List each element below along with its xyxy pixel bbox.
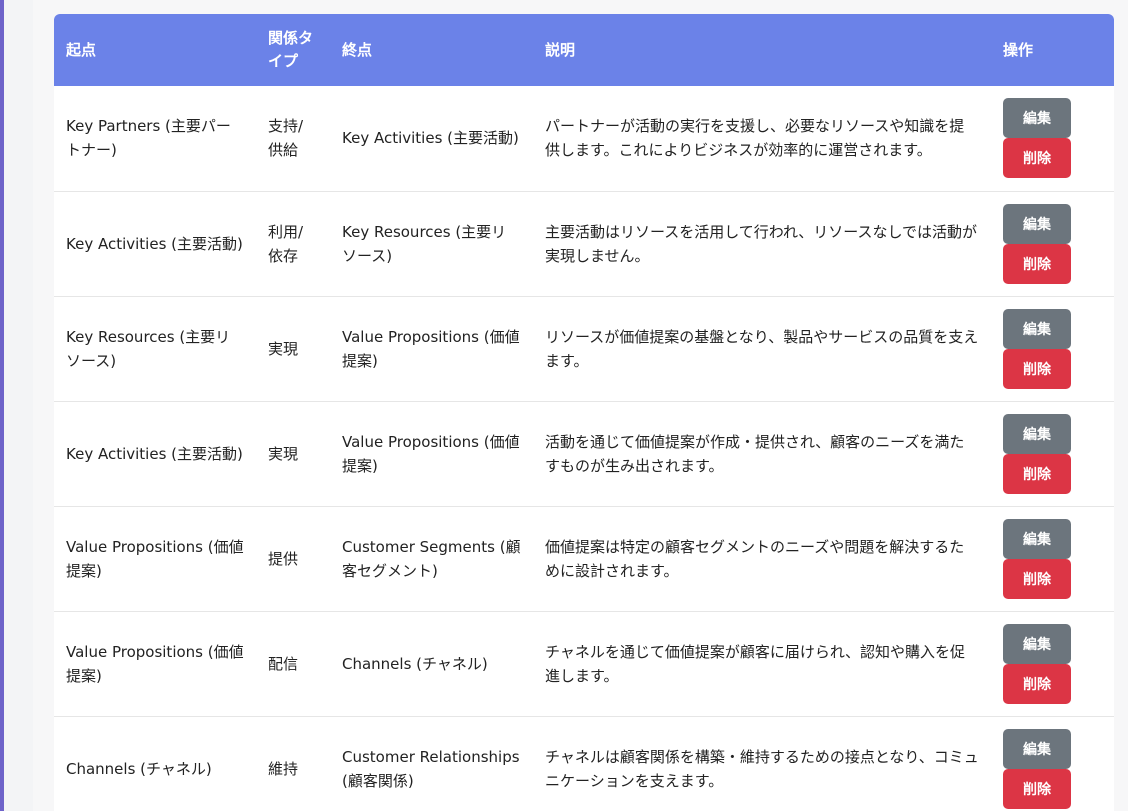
cell-description: チャネルを通じて価値提案が顧客に届けられ、認知や購入を促進します。 [545,642,966,685]
cell-description: リソースが価値提案の基盤となり、製品やサービスの品質を支えます。 [545,327,979,370]
row-actions: 編集 削除 [1003,98,1102,179]
cell-description: 活動を通じて価値提案が作成・提供され、顧客のニーズを満たすものが生み出されます。 [545,432,965,475]
delete-button[interactable]: 削除 [1003,138,1071,179]
cell-target: Customer Relationships (顧客関係) [342,747,520,790]
header-description: 説明 [545,40,576,59]
cell-description: 価値提案は特定の顧客セグメントのニーズや問題を解決するために設計されます。 [545,537,965,580]
cell-actions: 編集 削除 [991,506,1114,611]
cell-relation-type: 実現 [268,339,299,358]
cell-relation-type: 支持/供給 [268,117,304,160]
cell-source: Value Propositions (価値提案) [66,642,244,685]
header-source: 起点 [66,40,97,59]
cell-actions: 編集 削除 [991,191,1114,296]
table-row: Value Propositions (価値提案) 配信 Channels (チ… [54,611,1114,716]
delete-button[interactable]: 削除 [1003,663,1071,704]
delete-button[interactable]: 削除 [1003,768,1071,809]
row-actions: 編集 削除 [1003,308,1102,389]
edit-button[interactable]: 編集 [1003,203,1071,244]
edit-button[interactable]: 編集 [1003,518,1071,559]
relationship-table: 起点 関係タイプ 終点 説明 操作 Key Partners (主要パートナー)… [54,14,1114,811]
cell-target: Value Propositions (価値提案) [342,327,520,370]
cell-actions: 編集 削除 [991,716,1114,811]
table-row: Value Propositions (価値提案) 提供 Customer Se… [54,506,1114,611]
table-row: Key Activities (主要活動) 利用/依存 Key Resource… [54,191,1114,296]
cell-relation-type: 利用/依存 [268,222,304,265]
cell-description: パートナーが活動の実行を支援し、必要なリソースや知識を提供します。これによりビジ… [545,117,965,160]
row-actions: 編集 削除 [1003,623,1102,704]
delete-button[interactable]: 削除 [1003,453,1071,494]
table-row: Key Resources (主要リソース) 実現 Value Proposit… [54,296,1114,401]
cell-relation-type: 提供 [268,549,299,568]
delete-button[interactable]: 削除 [1003,558,1071,599]
table-body: Key Partners (主要パートナー) 支持/供給 Key Activit… [54,86,1114,811]
header-target: 終点 [342,40,373,59]
cell-source: Key Resources (主要リソース) [66,327,231,370]
cell-source: Channels (チャネル) [66,759,212,778]
delete-button[interactable]: 削除 [1003,348,1071,389]
cell-relation-type: 実現 [268,444,299,463]
cell-target: Customer Segments (顧客セグメント) [342,537,521,580]
cell-target: Key Resources (主要リソース) [342,222,507,265]
cell-actions: 編集 削除 [991,401,1114,506]
cell-target: Value Propositions (価値提案) [342,432,520,475]
row-actions: 編集 削除 [1003,203,1102,284]
cell-source: Value Propositions (価値提案) [66,537,244,580]
edit-button[interactable]: 編集 [1003,308,1071,349]
table-row: Key Activities (主要活動) 実現 Value Propositi… [54,401,1114,506]
cell-source: Key Activities (主要活動) [66,234,243,253]
header-relation-type: 関係タイプ [268,29,314,70]
cell-source: Key Activities (主要活動) [66,444,243,463]
cell-actions: 編集 削除 [991,86,1114,191]
cell-relation-type: 配信 [268,654,299,673]
cell-target: Key Activities (主要活動) [342,129,519,148]
edit-button[interactable]: 編集 [1003,413,1071,454]
cell-actions: 編集 削除 [991,296,1114,401]
cell-relation-type: 維持 [268,759,299,778]
table-header-row: 起点 関係タイプ 終点 説明 操作 [54,14,1114,86]
row-actions: 編集 削除 [1003,413,1102,494]
cell-actions: 編集 削除 [991,611,1114,716]
cell-description: チャネルは顧客関係を構築・維持するための接点となり、コミュニケーションを支えます… [545,747,979,790]
edit-button[interactable]: 編集 [1003,98,1071,139]
edit-button[interactable]: 編集 [1003,728,1071,769]
table-header: 起点 関係タイプ 終点 説明 操作 [54,14,1114,86]
row-actions: 編集 削除 [1003,728,1102,809]
cell-source: Key Partners (主要パートナー) [66,117,231,160]
cell-description: 主要活動はリソースを活用して行われ、リソースなしでは活動が実現しません。 [545,222,978,265]
row-actions: 編集 削除 [1003,518,1102,599]
cell-target: Channels (チャネル) [342,654,488,673]
delete-button[interactable]: 削除 [1003,243,1071,284]
table-row: Channels (チャネル) 維持 Customer Relationship… [54,716,1114,811]
table-row: Key Partners (主要パートナー) 支持/供給 Key Activit… [54,86,1114,191]
header-actions: 操作 [1003,40,1034,59]
edit-button[interactable]: 編集 [1003,623,1071,664]
relationship-table-container: 起点 関係タイプ 終点 説明 操作 Key Partners (主要パートナー)… [54,14,1114,811]
